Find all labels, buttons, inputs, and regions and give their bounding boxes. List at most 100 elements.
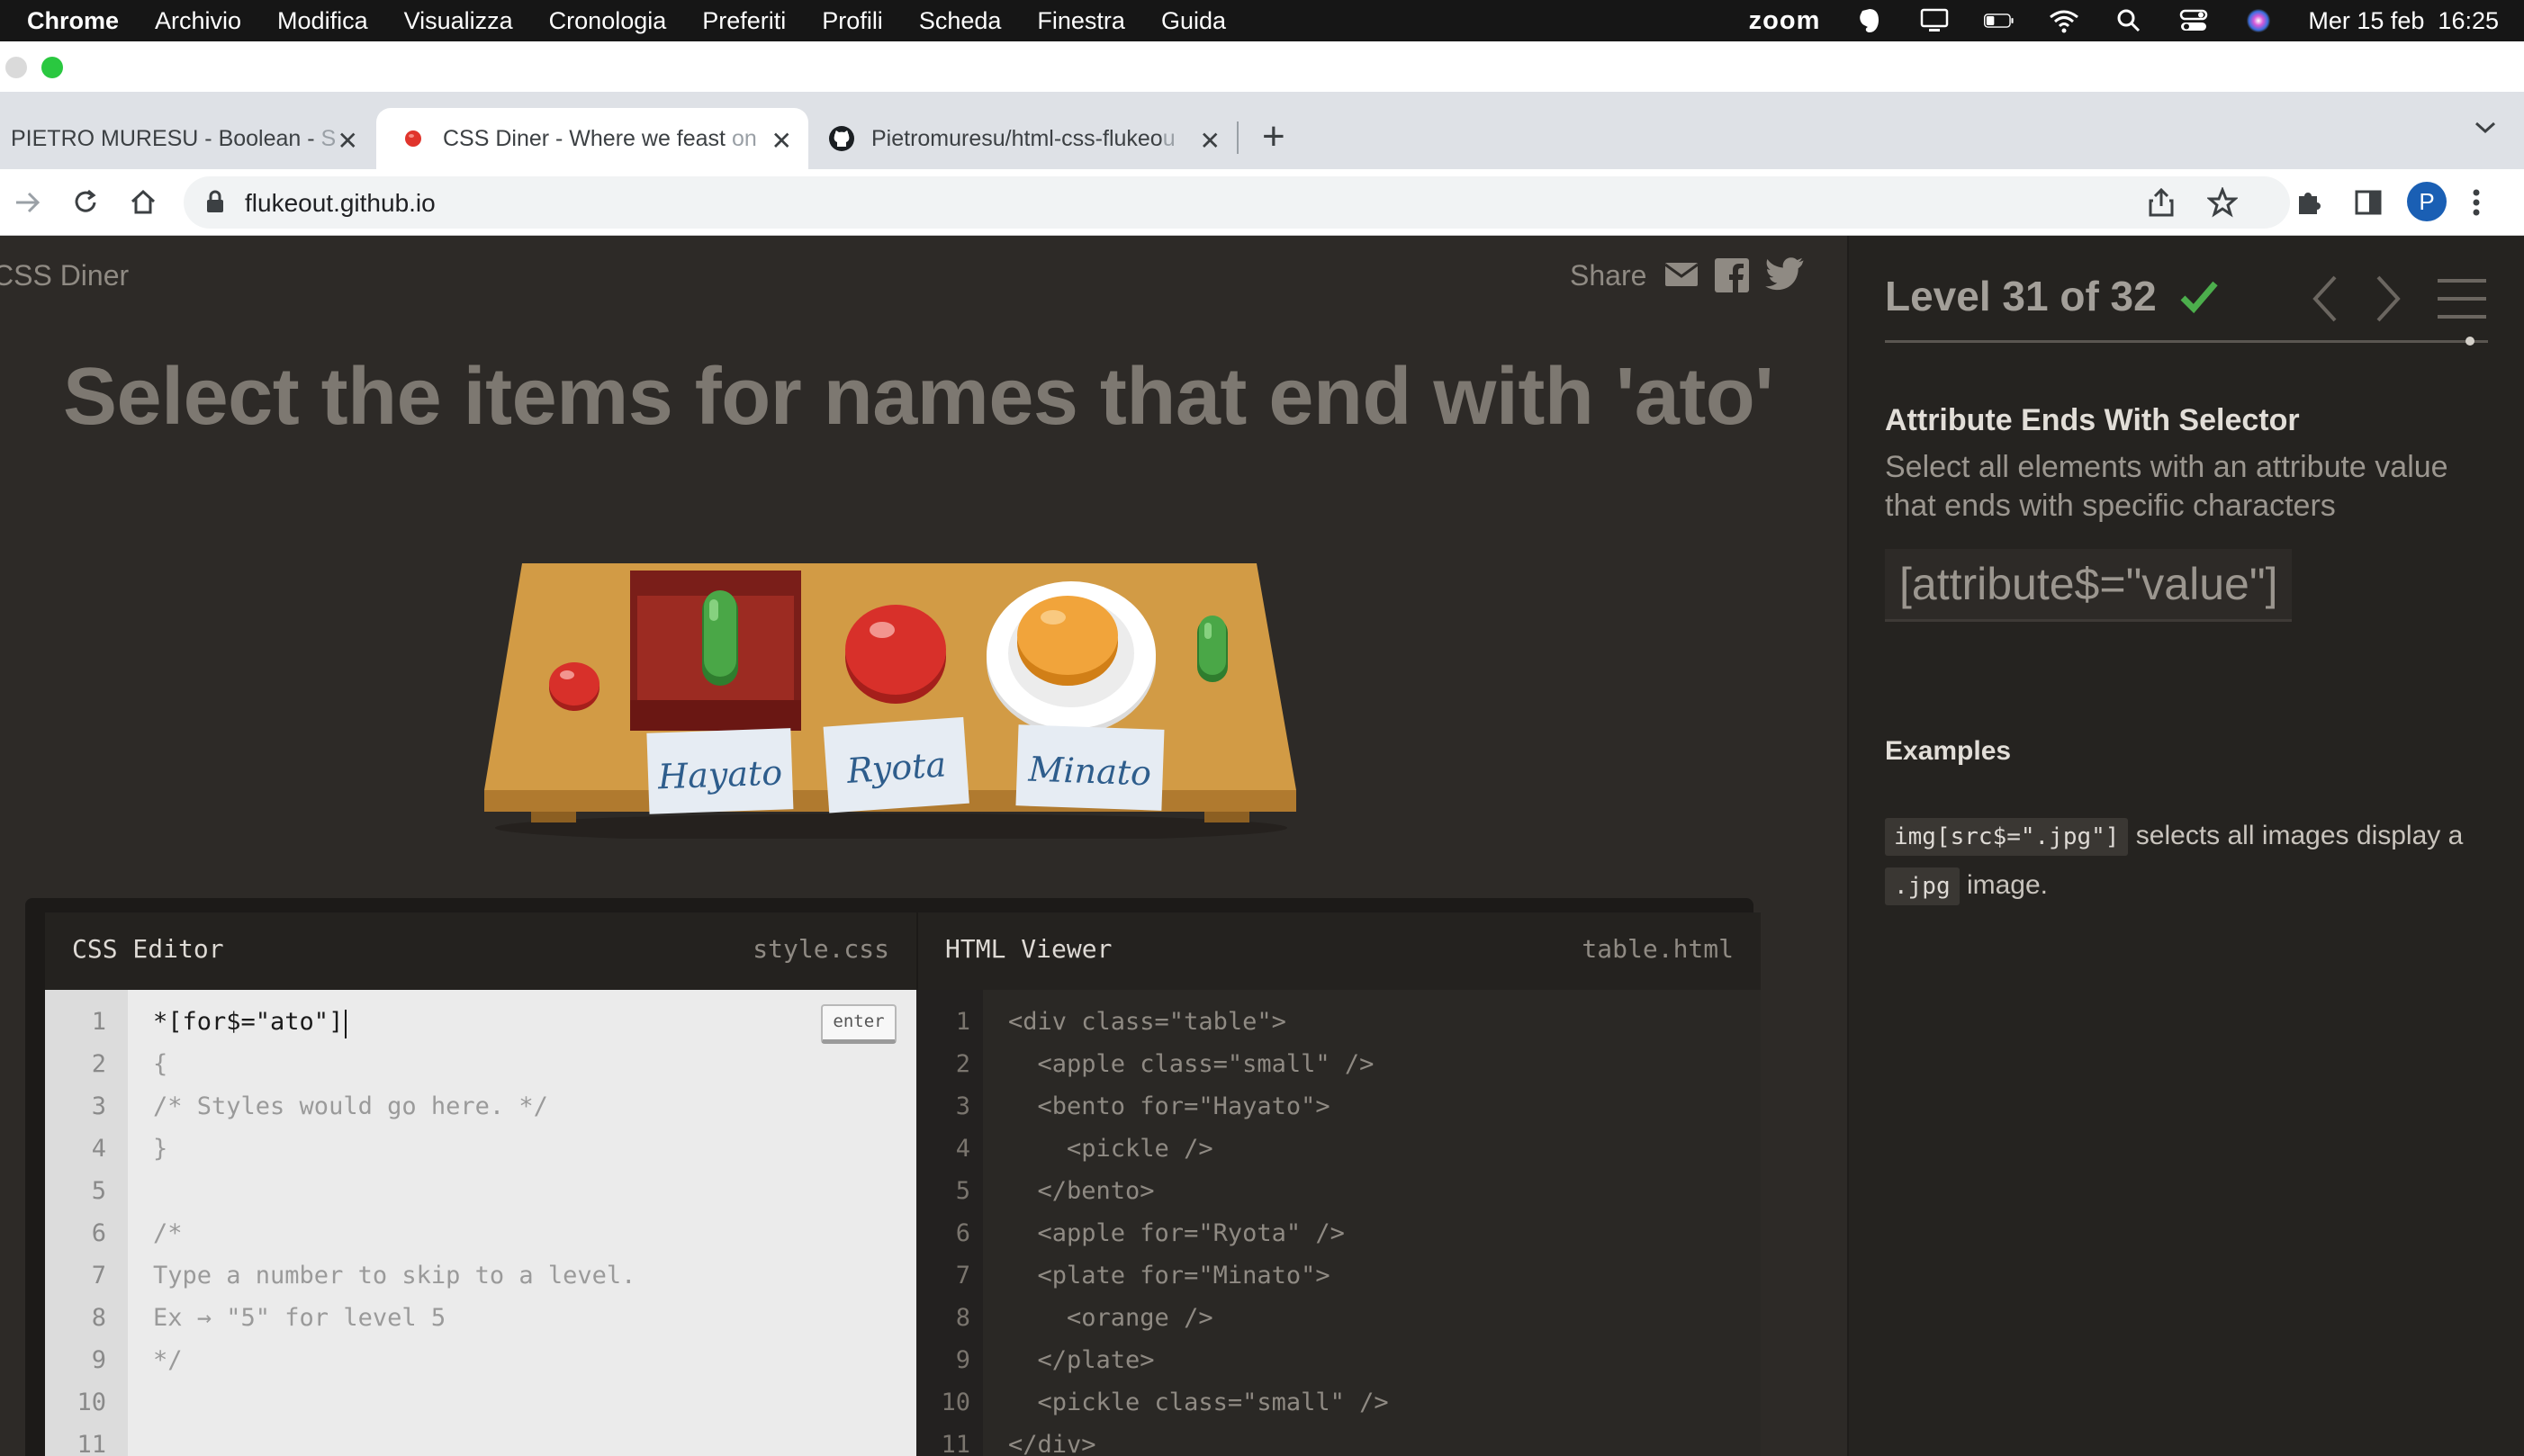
css-line-number: 11 <box>77 1431 106 1456</box>
html-line-number: 1 <box>955 1008 970 1036</box>
forward-arrow-icon[interactable] <box>13 187 43 222</box>
example-code: img[src$=".jpg"] <box>1885 818 2129 856</box>
html-line-number: 10 <box>941 1389 970 1416</box>
html-code-line[interactable]: <apple class="small" /> <box>1008 1050 1375 1078</box>
selector-description: Select all elements with an attribute va… <box>1885 450 2448 523</box>
tab-close-icon[interactable]: ✕ <box>771 126 792 156</box>
battery-icon[interactable] <box>1984 7 2015 34</box>
menu-preferiti[interactable]: Preferiti <box>702 7 786 35</box>
selector-name: Attribute Ends With Selector <box>1885 403 2300 437</box>
side-panel-icon[interactable] <box>2353 187 2384 222</box>
bookmark-star-icon[interactable] <box>2206 185 2239 222</box>
html-code-line[interactable]: <apple for="Ryota" /> <box>1008 1219 1345 1247</box>
menu-modifica[interactable]: Modifica <box>277 7 368 35</box>
facebook-share-icon[interactable] <box>1714 257 1750 298</box>
tab-title: Pietromuresu/html-css-flukeou <box>871 126 1176 152</box>
css-selector-input[interactable]: *[for$="ato"] <box>153 1008 343 1036</box>
name-card-text: Hayato <box>656 753 783 797</box>
siri-icon[interactable] <box>2243 7 2274 34</box>
html-code-line[interactable]: <orange /> <box>1008 1304 1213 1332</box>
html-code-line[interactable]: <pickle class="small" /> <box>1008 1389 1389 1416</box>
level-progress-track <box>1885 340 2488 343</box>
enter-button[interactable]: enter <box>821 1004 897 1044</box>
reload-icon[interactable] <box>70 187 101 222</box>
html-line-number: 6 <box>955 1219 970 1247</box>
html-line-number: 8 <box>955 1304 970 1332</box>
menu-app-name[interactable]: Chrome <box>27 7 119 35</box>
tab-close-icon[interactable]: ✕ <box>1200 126 1221 156</box>
tab-title-fade: on <box>731 125 757 151</box>
menu-scheda[interactable]: Scheda <box>919 7 1002 35</box>
game-area: CSS Diner Share Select the items for nam… <box>0 236 1847 1456</box>
level-indicator: Level 31 of 32 <box>1885 273 2157 319</box>
name-card-text: Ryota <box>844 744 947 791</box>
next-level-chevron-right-icon[interactable] <box>2373 274 2403 328</box>
zoom-status-item[interactable]: zoom <box>1749 6 1821 36</box>
pickle-in-bento[interactable] <box>702 590 738 686</box>
menu-finestra[interactable]: Finestra <box>1037 7 1125 35</box>
control-center-icon[interactable] <box>2178 7 2209 34</box>
css-code-line: Type a number to skip to a level. <box>153 1262 636 1290</box>
twitter-share-icon[interactable] <box>1764 257 1806 298</box>
css-line-number: 3 <box>91 1092 106 1120</box>
apple-ryota[interactable] <box>845 605 946 704</box>
html-code-line[interactable]: <plate for="Minato"> <box>1008 1262 1330 1290</box>
html-line-number: 2 <box>955 1050 970 1078</box>
html-code-line[interactable]: <bento for="Hayato"> <box>1008 1092 1330 1120</box>
menu-cronologia[interactable]: Cronologia <box>549 7 667 35</box>
new-tab-button[interactable]: + <box>1262 117 1285 157</box>
css-line-number: 8 <box>91 1304 106 1332</box>
level-menu-hamburger-icon[interactable] <box>2436 275 2488 327</box>
evernote-icon[interactable] <box>1854 7 1885 34</box>
share-page-icon[interactable] <box>2148 187 2175 222</box>
window-close-button[interactable] <box>5 57 27 78</box>
tab-css-diner[interactable]: CSS Diner - Where we feast on ✕ <box>376 108 808 169</box>
example-description-end: image. <box>1959 870 2049 900</box>
more-menu-icon[interactable] <box>2470 187 2483 222</box>
tab-boolean[interactable]: PIETRO MURESU - Boolean - S ✕ <box>0 108 374 169</box>
tab-github[interactable]: Pietromuresu/html-css-flukeou ✕ <box>814 108 1237 169</box>
html-code-line[interactable]: <div class="table"> <box>1008 1008 1286 1036</box>
spotlight-search-icon[interactable] <box>2114 7 2144 34</box>
orange-on-plate[interactable] <box>1017 596 1118 686</box>
small-apple[interactable] <box>549 662 599 711</box>
tab-title-text: CSS Diner - Where we feast <box>443 125 732 151</box>
tab-separator <box>1237 121 1239 154</box>
email-share-icon[interactable] <box>1663 257 1699 294</box>
css-line-number: 5 <box>91 1177 106 1205</box>
menu-profili[interactable]: Profili <box>822 7 883 35</box>
display-icon[interactable] <box>1919 7 1950 34</box>
html-code-line[interactable]: <pickle /> <box>1008 1135 1213 1163</box>
address-bar[interactable]: flukeout.github.io <box>184 176 2290 229</box>
small-pickle[interactable] <box>1197 616 1228 682</box>
html-line-number: 4 <box>955 1135 970 1163</box>
page-content: CSS Diner Share Select the items for nam… <box>0 236 2524 1456</box>
menu-visualizza[interactable]: Visualizza <box>404 7 513 35</box>
menu-archivio[interactable]: Archivio <box>155 7 241 35</box>
tab-search-chevron-down-icon[interactable] <box>2474 121 2497 139</box>
html-viewer-filename: table.html <box>1582 934 1734 964</box>
bento-box[interactable] <box>630 571 801 731</box>
lock-icon[interactable] <box>205 189 225 219</box>
tab-close-icon[interactable]: ✕ <box>338 126 358 156</box>
previous-level-chevron-left-icon[interactable] <box>2310 274 2340 328</box>
wifi-icon[interactable] <box>2049 7 2079 34</box>
extensions-puzzle-icon[interactable] <box>2294 187 2324 222</box>
plate-minato[interactable] <box>987 581 1156 734</box>
editor-container: CSS Editor style.css HTML Viewer table.h… <box>25 898 1761 1456</box>
example-code-jpg: .jpg <box>1885 867 1960 905</box>
url-text[interactable]: flukeout.github.io <box>245 189 436 218</box>
menu-guida[interactable]: Guida <box>1161 7 1226 35</box>
css-editor-body: 123456789101112 {/* Styles would go here… <box>45 990 916 1456</box>
menu-clock[interactable]: Mer 15 feb 16:25 <box>2308 7 2499 35</box>
css-code-line: */ <box>153 1346 183 1374</box>
html-code-line[interactable]: </bento> <box>1008 1177 1155 1205</box>
html-viewer-header: HTML Viewer table.html <box>916 912 1761 990</box>
html-code-line[interactable]: </div> <box>1008 1431 1096 1456</box>
window-zoom-button[interactable] <box>41 57 63 78</box>
html-code-line[interactable]: </plate> <box>1008 1346 1155 1374</box>
site-logo[interactable]: CSS Diner <box>0 259 129 292</box>
profile-avatar[interactable]: P <box>2407 182 2447 221</box>
name-card-ryota: Ryota <box>823 716 969 813</box>
home-icon[interactable] <box>128 187 158 222</box>
